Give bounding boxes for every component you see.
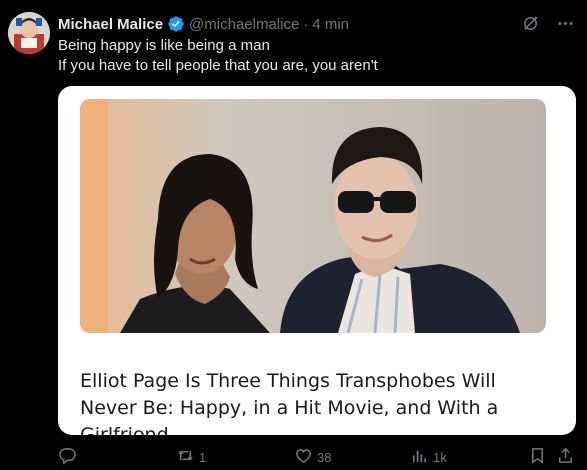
card-headline[interactable]: Elliot Page Is Three Things Transphobes … [80, 368, 556, 435]
timestamp[interactable]: 4 min [312, 16, 349, 33]
author-handle[interactable]: @michaelmalice [189, 16, 299, 33]
like-button[interactable]: 38 [294, 446, 331, 468]
reply-icon [58, 446, 77, 468]
tweet-text-line: If you have to tell people that you are,… [58, 57, 378, 74]
grok-icon[interactable] [521, 14, 540, 33]
author-name[interactable]: Michael Malice [58, 16, 163, 33]
retweet-count: 1 [199, 449, 207, 465]
share-button[interactable] [556, 446, 575, 468]
avatar[interactable] [8, 12, 50, 54]
card-image [80, 99, 546, 333]
retweet-icon [176, 446, 195, 468]
tweet-text-line: Being happy is like being a man [58, 37, 270, 54]
verified-badge-icon [167, 15, 185, 33]
like-count: 38 [317, 449, 332, 465]
views-button[interactable]: 1k [410, 446, 447, 468]
heart-icon [294, 446, 313, 468]
link-card[interactable]: Elliot Page Is Three Things Transphobes … [58, 86, 576, 435]
bookmark-icon [528, 446, 547, 468]
tweet-header: Michael Malice @michaelmalice · 4 min [58, 14, 575, 34]
separator-dot: · [303, 15, 309, 33]
tweet-text: Being happy is like being a man If you h… [58, 36, 573, 76]
tweet-actions: 1 38 1k [58, 444, 578, 468]
views-icon [410, 446, 429, 468]
retweet-button[interactable]: 1 [176, 446, 206, 468]
reply-button[interactable] [58, 446, 81, 468]
more-icon[interactable] [556, 14, 575, 33]
share-icon [556, 446, 575, 468]
bookmark-button[interactable] [528, 446, 547, 468]
view-count: 1k [433, 449, 447, 465]
